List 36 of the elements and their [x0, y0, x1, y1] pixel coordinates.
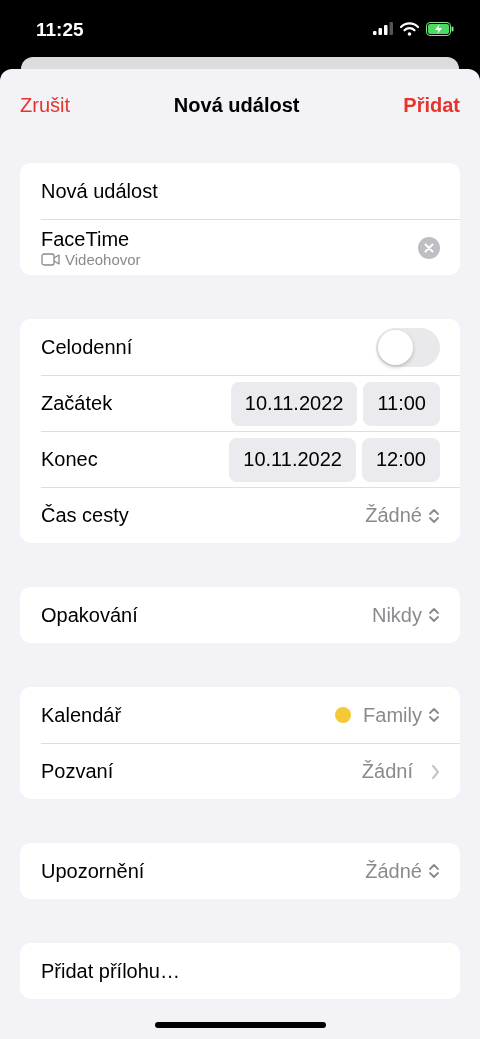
row-label: Konec [41, 448, 98, 471]
chevron-up-down-icon [428, 707, 440, 723]
row-label: Upozornění [41, 859, 145, 883]
row-value[interactable]: Nikdy [372, 603, 422, 627]
chevron-up-down-icon [428, 607, 440, 623]
date-button[interactable]: 10.11.2022 [229, 437, 356, 482]
chevron-up-down-icon [428, 507, 440, 524]
row-label: Čas cesty [41, 504, 129, 527]
row-label: Kalendář [41, 703, 122, 727]
clear-icon[interactable] [418, 236, 440, 259]
time-button[interactable]: 12:00 [361, 437, 440, 482]
cancel-button[interactable]: Zrušit [20, 93, 70, 117]
time-button[interactable]: 11:00 [363, 381, 440, 426]
video-call-text: Videohovor [65, 250, 141, 268]
row-value[interactable]: Žádné [365, 859, 422, 883]
row-label: Opakování [41, 603, 138, 627]
row-label: Pozvaní [41, 760, 114, 783]
signal-icon [373, 22, 393, 35]
row-label: Celodenní [41, 335, 133, 359]
location-text: FaceTime [41, 227, 131, 251]
chevron-right-icon [431, 763, 440, 780]
row-value[interactable]: Family [363, 703, 422, 727]
video-camera-icon [41, 252, 61, 266]
row-value[interactable]: Žádné [365, 504, 422, 527]
chevron-up-down-icon [428, 863, 440, 879]
battery-charging-icon [426, 21, 454, 36]
status-time: 11:25 [36, 18, 84, 41]
row-label: Začátek [41, 392, 113, 415]
add-attachment-link[interactable]: Přidat přílohu… [41, 959, 180, 983]
date-button[interactable]: 10.11.2022 [230, 381, 358, 426]
wifi-icon [400, 21, 419, 36]
event-title-field[interactable]: Nová událost [41, 179, 158, 203]
row-value[interactable]: Žádní [361, 760, 413, 783]
add-button[interactable]: Přidat [403, 93, 460, 117]
all-day-switch[interactable] [376, 327, 440, 367]
sheet-title: Nová událost [173, 93, 300, 117]
